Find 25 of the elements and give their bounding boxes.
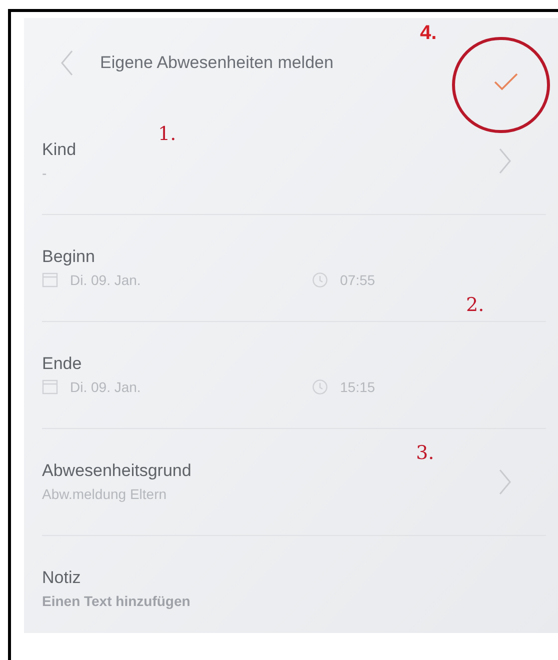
calendar-icon	[42, 379, 58, 395]
annotation-number: 2.	[466, 293, 484, 318]
field-label: Notiz	[42, 567, 82, 589]
time-value[interactable]: 07:55	[340, 269, 376, 291]
annotation-number: 3.	[416, 441, 434, 466]
chevron-right-icon	[498, 148, 512, 174]
screen-title: Eigene Abwesenheiten melden	[100, 52, 334, 74]
chevron-right-icon	[498, 469, 512, 495]
back-icon[interactable]	[60, 50, 74, 76]
field-label: Ende	[42, 353, 83, 375]
checkmark-icon[interactable]	[494, 73, 518, 91]
date-value[interactable]: Di. 09. Jan.	[70, 376, 141, 398]
field-label: Abwesenheitsgrund	[42, 460, 192, 482]
clock-icon	[312, 272, 328, 288]
field-label: Beginn	[42, 246, 96, 268]
date-value[interactable]: Di. 09. Jan.	[70, 269, 141, 291]
field-label: Kind	[42, 139, 76, 161]
field-value: -	[42, 164, 48, 183]
calendar-icon	[42, 272, 58, 288]
note-placeholder[interactable]: Einen Text hinzufügen	[42, 590, 546, 612]
annotation-number: 1.	[158, 122, 176, 147]
annotation-number: 4.	[420, 21, 437, 46]
clock-icon	[312, 379, 328, 395]
field-value: Abw.meldung Eltern	[42, 485, 168, 504]
time-value[interactable]: 15:15	[340, 376, 376, 398]
